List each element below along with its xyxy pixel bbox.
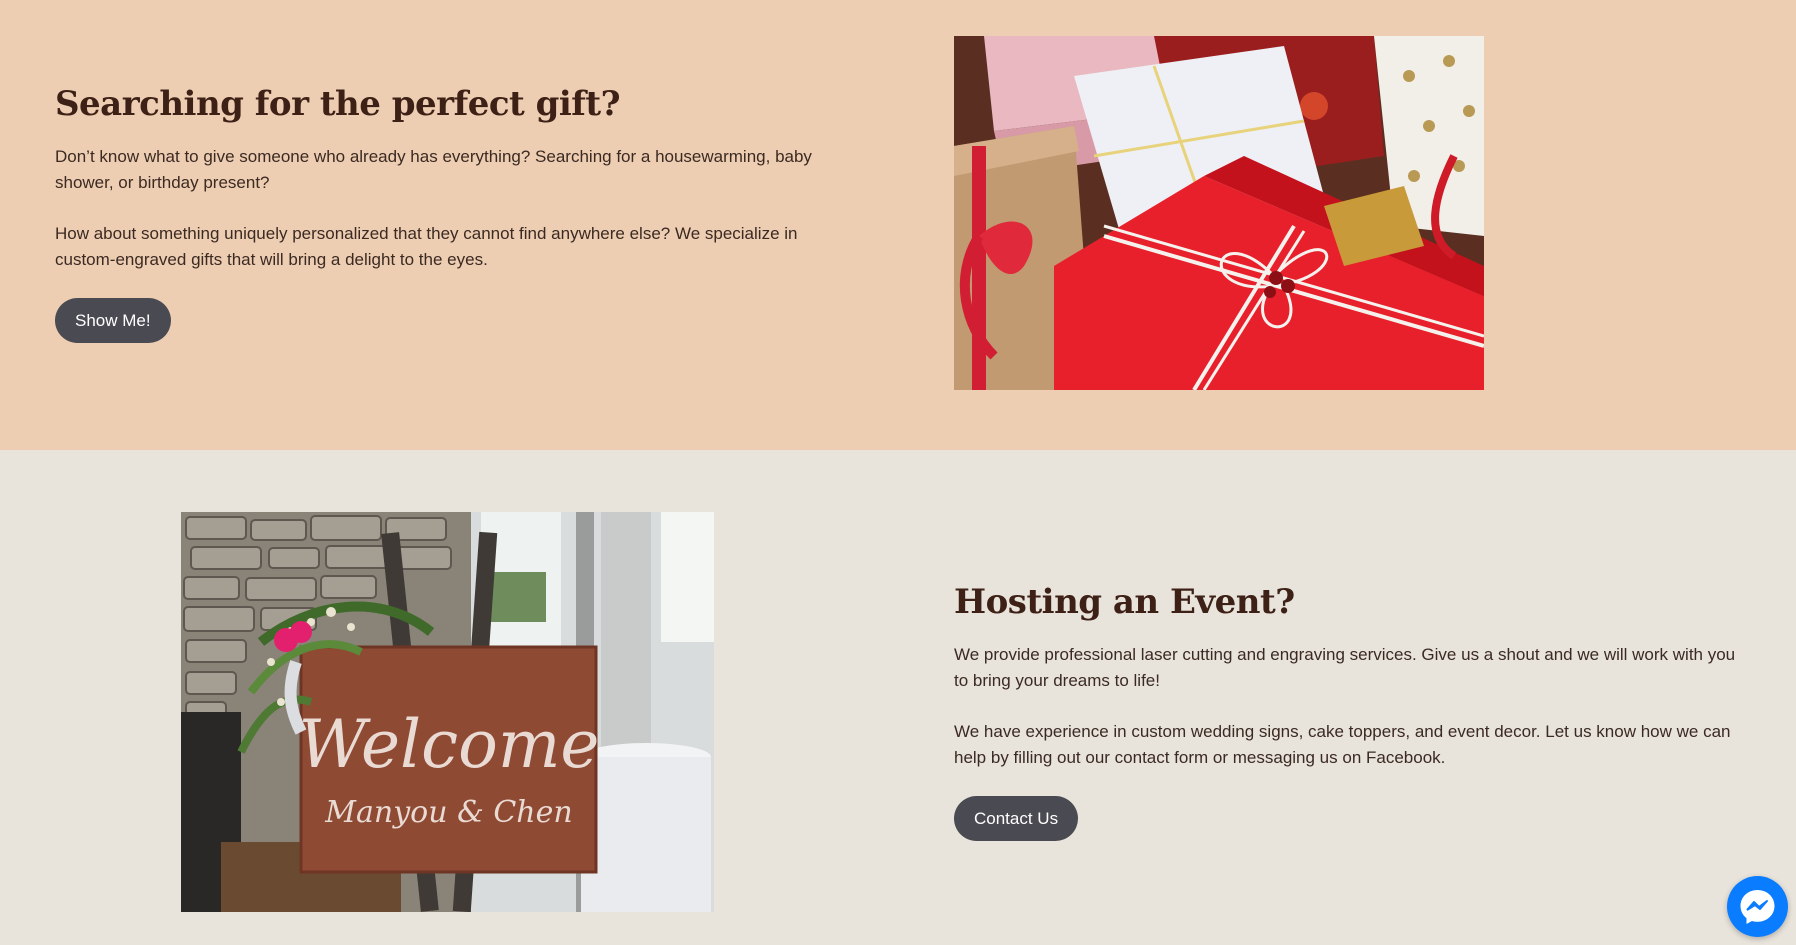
welcome-sign-photo: Welcome Manyou & Chen bbox=[181, 512, 714, 912]
messenger-icon bbox=[1740, 890, 1775, 924]
gift-paragraph-2: How about something uniquely personalize… bbox=[55, 224, 798, 269]
sign-welcome-text: Welcome bbox=[299, 706, 600, 783]
contact-us-button[interactable]: Contact Us bbox=[954, 796, 1079, 841]
gift-text-block: Searching for the perfect gift? Don’t kn… bbox=[55, 82, 815, 343]
sign-names-text: Manyou & Chen bbox=[324, 795, 572, 830]
messenger-button[interactable] bbox=[1727, 876, 1788, 937]
event-text-block: Hosting an Event? We provide professiona… bbox=[954, 580, 1744, 841]
event-heading: Hosting an Event? bbox=[954, 582, 1295, 622]
gifts-photo bbox=[954, 36, 1484, 390]
gift-heading: Searching for the perfect gift? bbox=[55, 84, 621, 124]
event-paragraph-1: We provide professional laser cutting an… bbox=[954, 645, 1736, 690]
event-section: Welcome Manyou & Chen Hosting an Event? … bbox=[0, 450, 1796, 945]
gift-paragraph-1: Don’t know what to give someone who alre… bbox=[55, 147, 812, 192]
event-paragraph-2: We have experience in custom wedding sig… bbox=[954, 722, 1731, 767]
show-me-button[interactable]: Show Me! bbox=[55, 298, 171, 343]
gift-section: Searching for the perfect gift? Don’t kn… bbox=[0, 0, 1796, 450]
